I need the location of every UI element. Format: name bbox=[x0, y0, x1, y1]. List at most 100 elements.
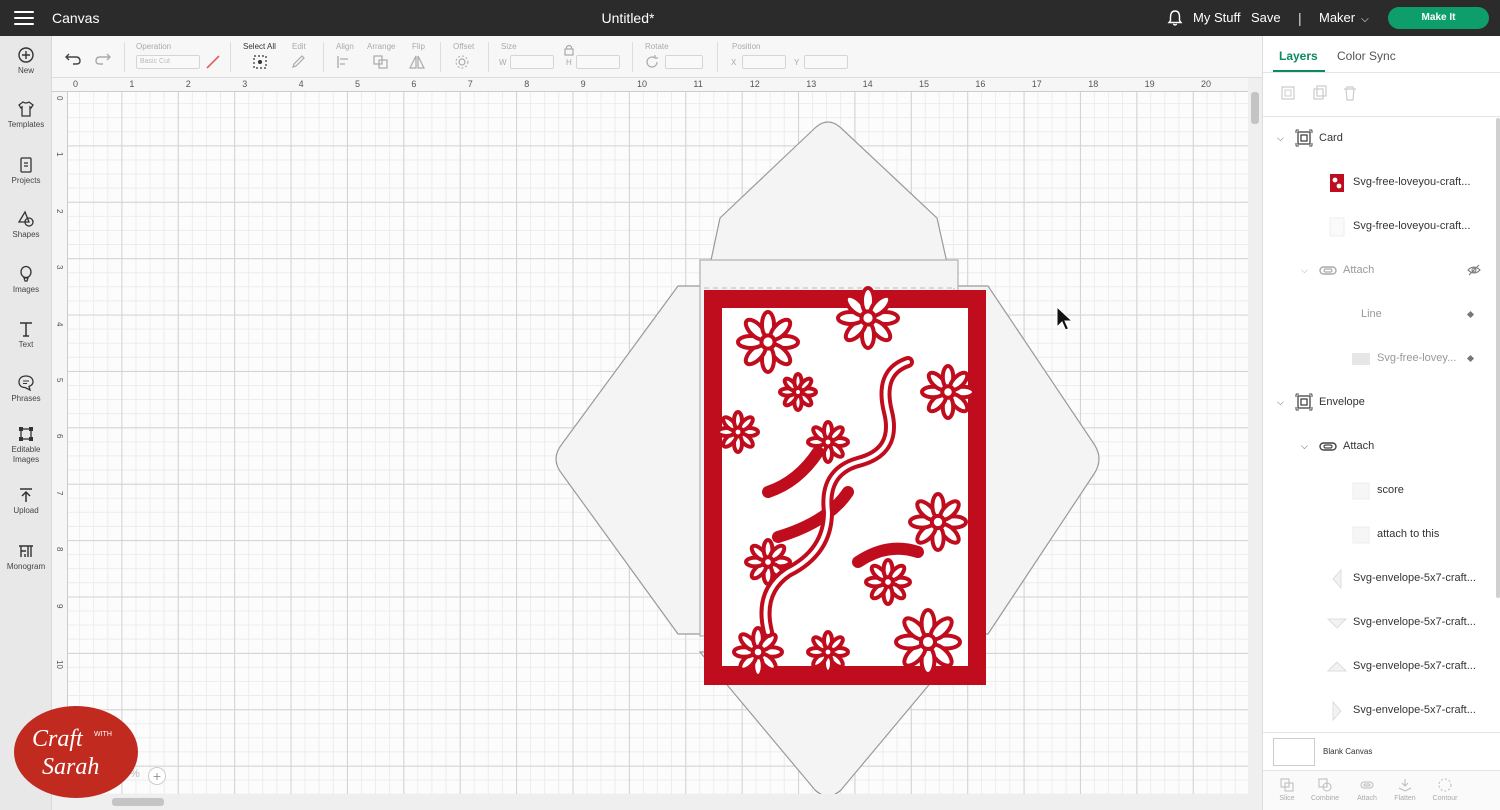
duplicate-icon[interactable] bbox=[1311, 84, 1329, 102]
ruler-top-tick-label: 12 bbox=[749, 79, 760, 89]
toolbar-separator bbox=[323, 42, 324, 72]
ruler-top-tick-label: 4 bbox=[298, 79, 304, 89]
layer-row[interactable]: Svg-envelope-5x7-craft... bbox=[1263, 646, 1495, 690]
flip-label: Flip bbox=[412, 42, 425, 51]
layer-name: Attach bbox=[1343, 264, 1375, 276]
design-canvas[interactable] bbox=[68, 92, 1248, 794]
ruler-left: 0 1 2 3 4 5 6 7 8 9 10 bbox=[52, 92, 68, 794]
rotate-input[interactable] bbox=[665, 55, 703, 69]
canvas-horizontal-scrollbar[interactable] bbox=[52, 794, 1262, 810]
slice-button[interactable]: Slice bbox=[1269, 777, 1305, 802]
size-h-label: H bbox=[566, 58, 572, 67]
envelope-left-flap[interactable] bbox=[555, 285, 705, 635]
layer-row[interactable]: ⌵ Card bbox=[1263, 118, 1495, 162]
monogram-icon bbox=[19, 545, 33, 557]
ruler-top-tick-label: 17 bbox=[1031, 79, 1042, 89]
mouse-cursor-icon bbox=[1056, 306, 1074, 331]
layer-name: Attach bbox=[1343, 440, 1375, 452]
sidebar-item-shapes[interactable]: Shapes bbox=[0, 210, 52, 240]
card-group[interactable] bbox=[704, 285, 986, 685]
layer-row[interactable]: Svg-envelope-5x7-craft... bbox=[1263, 602, 1495, 646]
trash-icon[interactable] bbox=[1341, 84, 1359, 102]
sidebar-item-templates[interactable]: Templates bbox=[0, 100, 52, 130]
align-icon[interactable] bbox=[336, 54, 354, 70]
my-stuff-link[interactable]: My Stuff bbox=[1193, 10, 1240, 25]
layer-row[interactable]: Svg-free-loveyou-craft... bbox=[1263, 206, 1495, 250]
width-input[interactable] bbox=[510, 55, 554, 69]
sidebar-item-editable-images[interactable]: Editable Images bbox=[0, 425, 52, 465]
sidebar-item-new[interactable]: New bbox=[0, 46, 52, 76]
editable-images-icon bbox=[19, 427, 33, 441]
layer-row[interactable]: ⌵ Attach bbox=[1263, 250, 1495, 294]
flip-icon[interactable] bbox=[408, 54, 426, 70]
layer-row[interactable]: Line bbox=[1263, 294, 1495, 338]
layer-row[interactable]: Svg-envelope-5x7-craft... bbox=[1263, 558, 1495, 602]
position-y-input[interactable] bbox=[804, 55, 848, 69]
sidebar-label-upload: Upload bbox=[13, 506, 39, 515]
collapse-caret-icon[interactable]: ⌵ bbox=[1277, 133, 1284, 144]
ruler-left-tick-label: 6 bbox=[55, 434, 64, 439]
position-x-input[interactable] bbox=[742, 55, 786, 69]
toolbar-separator bbox=[440, 42, 441, 72]
daisy-center bbox=[821, 435, 835, 449]
attach-button[interactable]: Attach bbox=[1349, 777, 1385, 802]
group-icon[interactable] bbox=[1279, 84, 1297, 102]
layer-row[interactable]: score bbox=[1263, 470, 1495, 514]
contour-button[interactable]: Contour bbox=[1427, 777, 1463, 802]
layers-panel: Layers Color Sync ⌵ Card Svg-free-loveyou-… bbox=[1262, 36, 1500, 810]
ruler-top-tick-label: 8 bbox=[524, 79, 530, 89]
collapse-caret-icon[interactable]: ⌵ bbox=[1301, 265, 1308, 276]
layer-row[interactable]: Svg-envelope-5x7-craft... bbox=[1263, 690, 1495, 732]
logo-badge-background bbox=[14, 706, 138, 798]
blank-canvas-swatch[interactable] bbox=[1273, 738, 1315, 766]
plus-circle-icon bbox=[18, 47, 34, 63]
zoom-in-button[interactable]: + bbox=[148, 767, 166, 785]
blank-canvas-row[interactable]: Blank Canvas bbox=[1263, 732, 1500, 768]
sidebar-item-upload[interactable]: Upload bbox=[0, 486, 52, 516]
layer-row[interactable]: attach to this bbox=[1263, 514, 1495, 558]
sidebar-label-templates: Templates bbox=[7, 120, 45, 129]
offset-icon[interactable] bbox=[453, 54, 471, 70]
flatten-button[interactable]: Flatten bbox=[1387, 777, 1423, 802]
operation-select[interactable]: Basic Cut bbox=[136, 55, 200, 69]
ruler-top-tick-label: 14 bbox=[862, 79, 873, 89]
combine-button[interactable]: Combine bbox=[1307, 777, 1343, 802]
save-button[interactable]: Save bbox=[1251, 10, 1281, 25]
tab-color-sync[interactable]: Color Sync bbox=[1337, 49, 1396, 63]
layer-row[interactable]: Svg-free-lovey... bbox=[1263, 338, 1495, 382]
layers-scrollbar[interactable] bbox=[1495, 118, 1500, 732]
rotate-icon[interactable] bbox=[643, 54, 661, 70]
collapse-caret-icon[interactable]: ⌵ bbox=[1277, 397, 1284, 408]
ruler-top-tick-label: 16 bbox=[975, 79, 986, 89]
make-it-button[interactable]: Make It bbox=[1388, 7, 1489, 29]
layer-row[interactable]: ⌵ Envelope bbox=[1263, 382, 1495, 426]
logo-line1: Craft bbox=[32, 726, 84, 752]
vertical-scroll-thumb[interactable] bbox=[1251, 92, 1259, 124]
daisy-center bbox=[859, 309, 877, 327]
sidebar-item-images[interactable]: Images bbox=[0, 265, 52, 295]
redo-icon[interactable] bbox=[94, 50, 112, 66]
hidden-eye-icon[interactable] bbox=[1467, 264, 1481, 276]
edit-pencil-icon[interactable] bbox=[290, 54, 308, 70]
tab-layers[interactable]: Layers bbox=[1279, 49, 1318, 63]
height-input[interactable] bbox=[576, 55, 620, 69]
machine-selector[interactable]: Maker ⌵ bbox=[1319, 10, 1369, 25]
layer-row[interactable]: ⌵ Attach bbox=[1263, 426, 1495, 470]
sidebar-item-projects[interactable]: Projects bbox=[0, 156, 52, 186]
layer-row[interactable]: Svg-free-loveyou-craft... bbox=[1263, 162, 1495, 206]
sidebar-label-images: Images bbox=[12, 285, 40, 294]
bell-icon[interactable] bbox=[1166, 9, 1184, 27]
arrange-icon[interactable] bbox=[372, 54, 390, 70]
undo-icon[interactable] bbox=[64, 50, 82, 66]
sidebar-item-monogram[interactable]: Monogram bbox=[0, 542, 52, 572]
pen-color-swatch-icon[interactable] bbox=[204, 54, 222, 70]
select-all-icon[interactable] bbox=[251, 54, 269, 70]
ruler-left-tick-label: 8 bbox=[55, 547, 64, 552]
collapse-caret-icon[interactable]: ⌵ bbox=[1301, 441, 1308, 452]
sidebar-item-text[interactable]: Text bbox=[0, 320, 52, 350]
layers-scroll-thumb[interactable] bbox=[1496, 118, 1500, 598]
canvas-vertical-scrollbar[interactable] bbox=[1248, 78, 1262, 794]
sidebar-item-phrases[interactable]: Phrases bbox=[0, 374, 52, 404]
chevron-down-icon: ⌵ bbox=[1361, 14, 1369, 25]
offset-label: Offset bbox=[453, 42, 475, 51]
